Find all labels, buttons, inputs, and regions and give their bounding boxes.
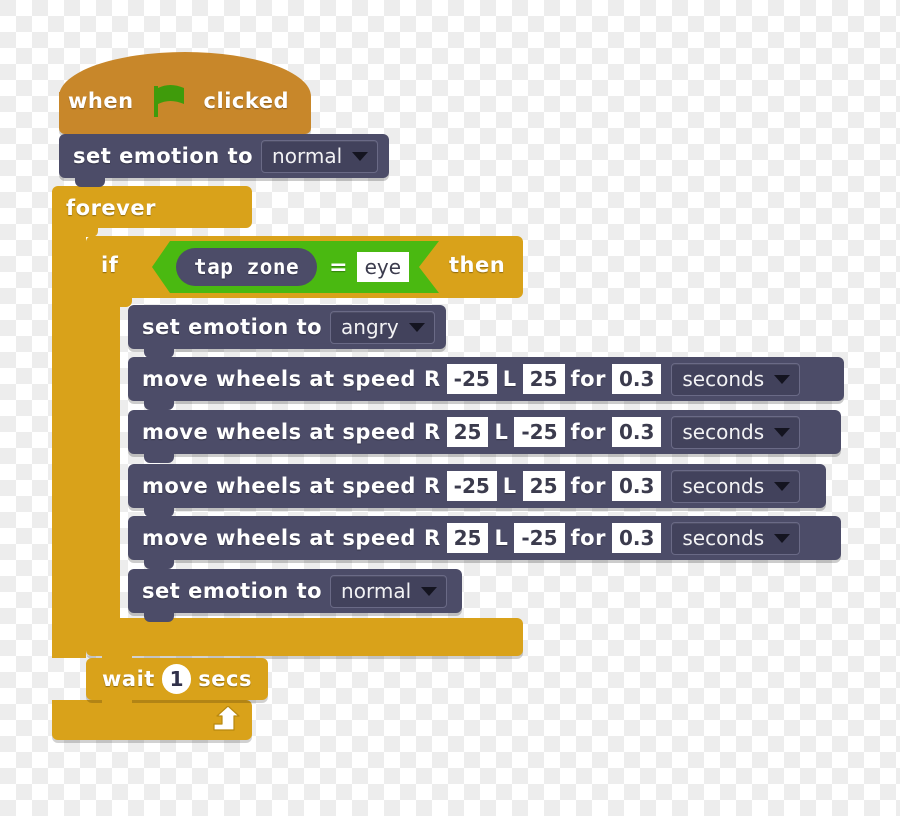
when-label: when — [68, 88, 134, 113]
move-wheels-block-3[interactable]: move wheels at speed R -25 L 25 for 0.3 … — [128, 464, 826, 508]
move-2-bump — [144, 454, 174, 463]
clicked-label: clicked — [203, 88, 290, 113]
set-emotion-block-top[interactable]: set emotion to normal — [59, 134, 389, 178]
chevron-down-icon — [408, 322, 425, 332]
unit-value-2: seconds — [682, 420, 765, 444]
set-emotion-angry-label: set emotion to — [142, 314, 323, 339]
chevron-down-icon — [774, 533, 791, 543]
chevron-down-icon — [774, 374, 791, 384]
duration-input-3[interactable]: 0.3 — [611, 471, 662, 501]
for-label-1: for — [570, 366, 606, 391]
move-wheels-block-4[interactable]: move wheels at speed R 25 L -25 for 0.3 … — [128, 516, 841, 560]
duration-input-1[interactable]: 0.3 — [611, 364, 662, 394]
set-emotion-label: set emotion to — [73, 143, 254, 168]
if-bottom-bar[interactable] — [86, 618, 523, 656]
for-label-4: for — [570, 525, 606, 550]
set-emotion-normal-bump — [144, 613, 174, 622]
move-wheels-prefix-3: move wheels at speed — [142, 473, 416, 498]
left-speed-input-4[interactable]: -25 — [514, 523, 565, 553]
set-emotion-block-normal[interactable]: set emotion to normal — [128, 569, 462, 613]
then-label: then — [449, 253, 506, 277]
move-wheels-prefix-4: move wheels at speed — [142, 525, 416, 550]
wait-bottom-bump — [102, 700, 132, 709]
duration-input-2[interactable]: 0.3 — [611, 417, 662, 447]
unit-dropdown-2[interactable]: seconds — [671, 415, 801, 449]
block-script-canvas: forever if then tap zone = eye when clic… — [0, 0, 900, 816]
unit-dropdown-3[interactable]: seconds — [671, 469, 801, 503]
equals-operator-block[interactable]: tap zone = eye — [152, 241, 439, 293]
equals-sign: = — [329, 254, 348, 280]
unit-dropdown-4[interactable]: seconds — [671, 521, 801, 555]
emotion-dropdown-angry-value: angry — [341, 315, 399, 339]
unit-value-3: seconds — [682, 474, 765, 498]
move-wheels-block-1[interactable]: move wheels at speed R -25 L 25 for 0.3 … — [128, 357, 844, 401]
loop-arrow-icon — [213, 706, 240, 731]
emotion-dropdown-angry[interactable]: angry — [330, 310, 435, 344]
right-speed-input-4[interactable]: 25 — [446, 523, 489, 553]
chevron-down-icon — [421, 586, 438, 596]
hat-content: when clicked — [68, 84, 289, 118]
unit-value-1: seconds — [682, 367, 765, 391]
wait-duration-input[interactable]: 1 — [161, 664, 192, 694]
emotion-dropdown-normal-top[interactable]: normal — [261, 139, 379, 173]
move-wheels-block-2[interactable]: move wheels at speed R 25 L -25 for 0.3 … — [128, 410, 841, 454]
for-label-3: for — [570, 473, 606, 498]
duration-input-4[interactable]: 0.3 — [611, 523, 662, 553]
r-label-1: R — [423, 366, 441, 391]
left-speed-input-2[interactable]: -25 — [514, 417, 565, 447]
right-speed-input-1[interactable]: -25 — [446, 364, 497, 394]
l-label-2: L — [494, 419, 509, 444]
left-speed-input-3[interactable]: 25 — [522, 471, 565, 501]
if-left-arm — [86, 298, 120, 618]
for-label-2: for — [570, 419, 606, 444]
wait-secs-block[interactable]: wait 1 secs — [86, 658, 268, 700]
set-emotion-normal-label: set emotion to — [142, 578, 323, 603]
r-label-3: R — [423, 473, 441, 498]
chevron-down-icon — [352, 151, 369, 161]
wait-label: wait — [102, 666, 155, 691]
move-1-bump — [144, 401, 174, 410]
l-label-3: L — [502, 473, 517, 498]
move-4-bump — [144, 560, 174, 569]
eye-value-input[interactable]: eye — [357, 252, 409, 282]
move-wheels-prefix-2: move wheels at speed — [142, 419, 416, 444]
unit-value-4: seconds — [682, 526, 765, 550]
r-label-4: R — [423, 525, 441, 550]
unit-dropdown-1[interactable]: seconds — [671, 362, 801, 396]
set-emotion-top-bump — [75, 178, 105, 187]
tap-zone-label: tap zone — [194, 254, 300, 279]
green-flag-icon — [150, 84, 190, 118]
move-wheels-prefix-1: move wheels at speed — [142, 366, 416, 391]
if-label: if — [101, 253, 119, 277]
chevron-down-icon — [774, 481, 791, 491]
right-speed-input-2[interactable]: 25 — [446, 417, 489, 447]
forever-left-arm — [52, 228, 86, 658]
chevron-down-icon — [774, 427, 791, 437]
emotion-dropdown-normal-value: normal — [341, 579, 412, 603]
emotion-dropdown-normal[interactable]: normal — [330, 574, 448, 608]
l-label-4: L — [494, 525, 509, 550]
forever-label: forever — [66, 196, 156, 220]
emotion-dropdown-value: normal — [272, 144, 343, 168]
left-speed-input-1[interactable]: 25 — [522, 364, 565, 394]
tap-zone-reporter[interactable]: tap zone — [176, 248, 317, 286]
secs-label: secs — [198, 666, 252, 691]
set-emotion-block-angry[interactable]: set emotion to angry — [128, 305, 446, 349]
l-label-1: L — [502, 366, 517, 391]
right-speed-input-3[interactable]: -25 — [446, 471, 497, 501]
r-label-2: R — [423, 419, 441, 444]
